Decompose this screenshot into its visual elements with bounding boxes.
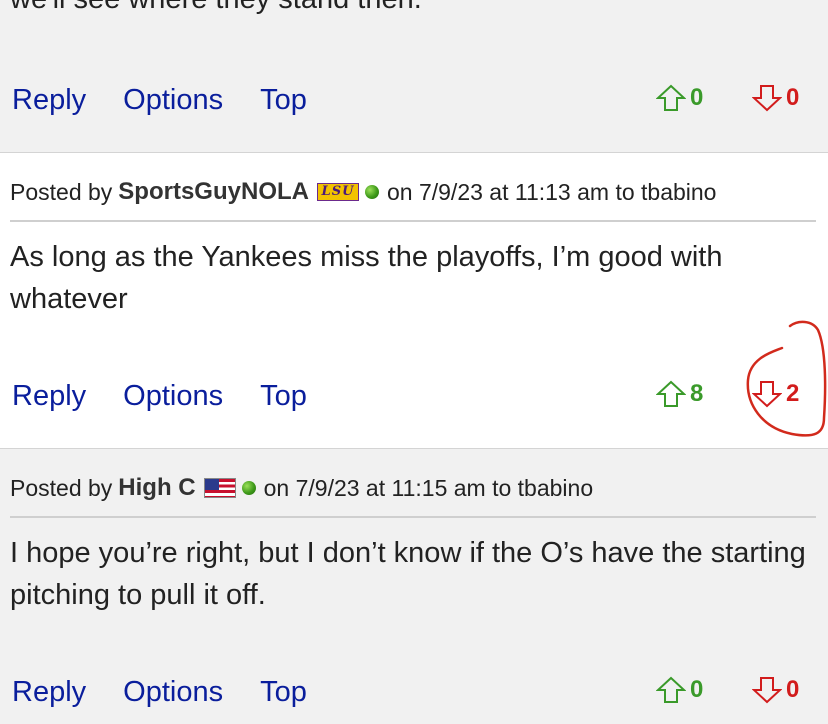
top-link[interactable]: Top bbox=[260, 84, 307, 117]
downvote-button[interactable]: 0 bbox=[752, 80, 799, 116]
post-meta: on 7/9/23 at 11:13 am to tbabino bbox=[386, 178, 717, 205]
thumb-down-arrow-icon bbox=[752, 677, 782, 704]
post-body: we'll see where they stand then. bbox=[10, 0, 810, 20]
downvote-count: 0 bbox=[786, 676, 800, 703]
top-link[interactable]: Top bbox=[260, 380, 307, 413]
header-divider bbox=[10, 220, 816, 222]
thumb-up-arrow-icon bbox=[656, 676, 686, 703]
us-flag-icon bbox=[203, 478, 236, 498]
upvote-button[interactable]: 8 bbox=[656, 376, 703, 412]
username-link[interactable]: SportsGuyNOLA bbox=[118, 178, 309, 206]
upvote-count: 0 bbox=[690, 676, 704, 703]
post-previous: we'll see where they stand then. Reply O… bbox=[0, 0, 828, 152]
header-divider bbox=[10, 516, 816, 518]
thumb-up-arrow-icon bbox=[656, 84, 686, 111]
lsu-badge-icon: LSU bbox=[316, 183, 359, 201]
thumb-up-arrow-icon bbox=[656, 380, 686, 407]
post-header: Posted by SportsGuyNOLA LSU on 7/9/23 at… bbox=[10, 175, 716, 209]
posted-by-label: Posted by bbox=[10, 178, 113, 205]
options-link[interactable]: Options bbox=[123, 380, 223, 413]
post-actions: Reply Options Top bbox=[12, 376, 344, 416]
post-actions: Reply Options Top bbox=[12, 672, 344, 712]
thumb-down-arrow-icon bbox=[752, 85, 782, 112]
downvote-count: 2 bbox=[786, 380, 800, 407]
post-body: As long as the Yankees miss the playoffs… bbox=[10, 241, 723, 315]
post-body: I hope you’re right, but I don’t know if… bbox=[10, 537, 806, 611]
forum-thread: we'll see where they stand then. Reply O… bbox=[0, 0, 828, 724]
downvote-count: 0 bbox=[786, 84, 800, 111]
online-status-icon bbox=[364, 185, 379, 199]
top-link[interactable]: Top bbox=[260, 676, 307, 709]
downvote-button[interactable]: 2 bbox=[752, 376, 799, 412]
upvote-button[interactable]: 0 bbox=[656, 672, 703, 708]
posted-by-label: Posted by bbox=[10, 474, 113, 501]
reply-link[interactable]: Reply bbox=[12, 84, 86, 117]
downvote-button[interactable]: 0 bbox=[752, 672, 799, 708]
post-high-c: Posted by High C on 7/9/23 at 11:15 am t… bbox=[0, 449, 828, 724]
upvote-count: 0 bbox=[690, 84, 704, 111]
thumb-down-arrow-icon bbox=[752, 381, 782, 408]
reply-link[interactable]: Reply bbox=[12, 676, 86, 709]
options-link[interactable]: Options bbox=[123, 84, 223, 117]
reply-link[interactable]: Reply bbox=[12, 380, 86, 413]
post-meta: on 7/9/23 at 11:15 am to tbabino bbox=[263, 474, 594, 501]
upvote-count: 8 bbox=[690, 380, 704, 407]
post-header: Posted by High C on 7/9/23 at 11:15 am t… bbox=[10, 471, 593, 505]
upvote-button[interactable]: 0 bbox=[656, 80, 703, 116]
online-status-icon bbox=[241, 481, 256, 495]
options-link[interactable]: Options bbox=[123, 676, 223, 709]
post-sportsguynola: Posted by SportsGuyNOLA LSU on 7/9/23 at… bbox=[0, 153, 828, 448]
post-actions: Reply Options Top bbox=[12, 80, 344, 120]
username-link[interactable]: High C bbox=[118, 474, 195, 502]
